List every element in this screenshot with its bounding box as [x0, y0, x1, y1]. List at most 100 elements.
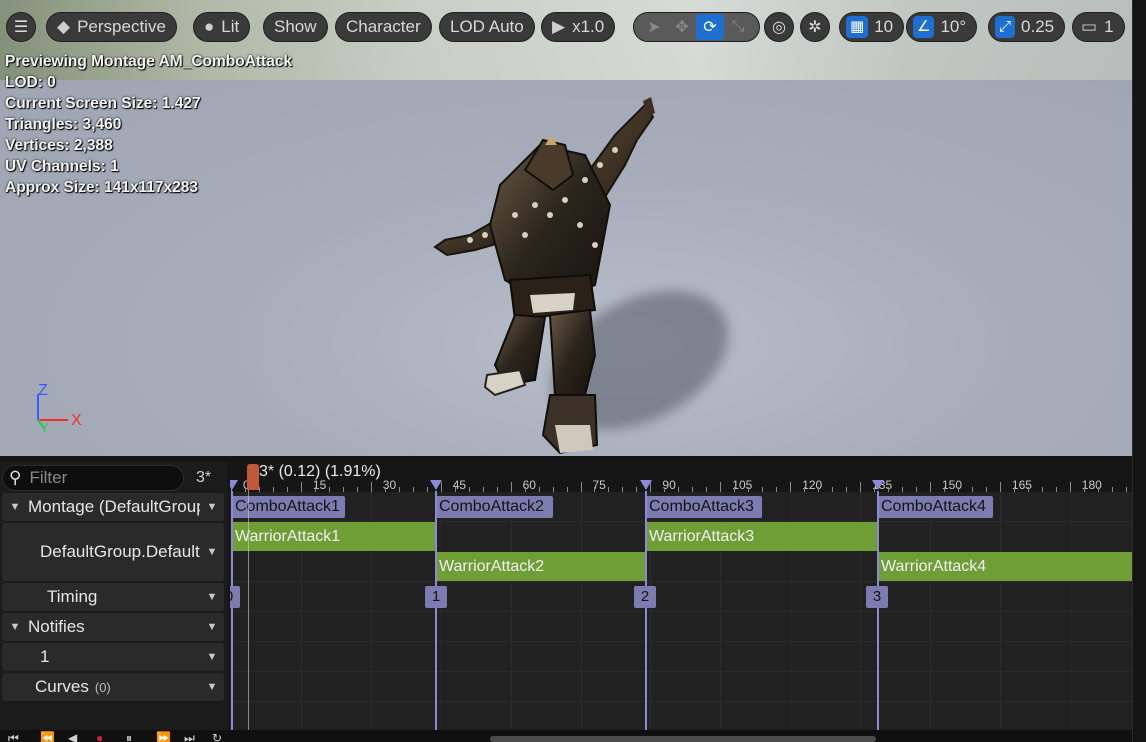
previewing-text: Previewing Montage AM_ComboAttack [5, 53, 293, 70]
ruler-tick [370, 482, 372, 492]
search-icon: ⚲ [9, 468, 22, 487]
axis-y-label: Y [40, 420, 49, 435]
ruler-tick [482, 487, 484, 492]
ruler-tick [314, 487, 316, 492]
play-reverse-icon[interactable]: ◀ [68, 731, 77, 742]
lod-button[interactable]: LOD Auto [439, 12, 535, 42]
section-marker[interactable] [877, 491, 879, 742]
rotate-tool-icon[interactable]: ⟳ [696, 14, 724, 40]
vertices-text: Vertices: 2,388 [5, 137, 113, 154]
loop-icon[interactable]: ↻ [212, 731, 222, 742]
ruler-tick [1027, 487, 1029, 492]
section-marker-head-icon[interactable] [430, 480, 442, 490]
cube-icon: ◆ [57, 17, 71, 36]
timing-marker-3[interactable]: 3 [866, 586, 888, 608]
pause-icon[interactable]: ⏸ [126, 731, 132, 742]
ruler-tick [342, 487, 344, 492]
sphere-icon: ● [204, 17, 215, 36]
timeline-area[interactable]: 0153045607590105120135150165180 3* (0.12… [230, 462, 1132, 742]
step-forward-icon[interactable]: ⏩ [156, 731, 171, 742]
scale-snap-button[interactable]: ⤢ 0.25 [988, 12, 1066, 42]
view-mode-button[interactable]: ◆ Perspective [46, 12, 177, 42]
timeline-scrollbar[interactable] [490, 736, 876, 742]
anim-segment-warriorattack2[interactable]: WarriorAttack2 [435, 552, 645, 581]
approx-size-text: Approx Size: 141x117x283 [5, 179, 199, 196]
anim-segment-warriorattack1[interactable]: WarriorAttack1 [231, 522, 435, 551]
section-marker[interactable] [231, 491, 233, 742]
scale-snap-value: 0.25 [1021, 17, 1055, 36]
ruler-tick [1055, 487, 1057, 492]
ruler-tick [846, 487, 848, 492]
filter-input[interactable]: ⚲ Filter [2, 465, 184, 491]
show-button[interactable]: Show [263, 12, 328, 42]
montage-track[interactable]: ▼ Montage (DefaultGroup) ▼ [2, 493, 224, 521]
ruler-tick-label: 150 [942, 478, 963, 492]
section-marker[interactable] [435, 491, 437, 742]
notify-track-1[interactable]: 1 ▼ [2, 643, 224, 671]
frame-count: 3* [196, 469, 212, 486]
character-button[interactable]: Character [335, 12, 432, 42]
dropdown-icon[interactable]: ▼ [200, 621, 224, 633]
section-marker-head-icon[interactable] [872, 480, 884, 490]
dropdown-icon[interactable]: ▼ [200, 681, 224, 693]
screen-size-text: Current Screen Size: 1.427 [5, 95, 201, 112]
ruler-tick [916, 487, 918, 492]
curves-track[interactable]: Curves (0) ▼ [2, 673, 224, 701]
section-marker-head-icon[interactable] [230, 480, 238, 490]
section-comboattack3[interactable]: ComboAttack3 [645, 496, 762, 518]
local-space-button[interactable]: ◎ [764, 12, 794, 42]
section-marker[interactable] [645, 491, 647, 742]
ruler-tick [412, 487, 414, 492]
anim-segment-warriorattack3[interactable]: WarriorAttack3 [645, 522, 877, 551]
ruler-tick [1097, 487, 1099, 492]
dropdown-icon[interactable]: ▼ [200, 591, 224, 603]
section-comboattack2[interactable]: ComboAttack2 [435, 496, 553, 518]
menu-button[interactable]: ☰ [6, 12, 36, 42]
ruler-tick-label: 165 [1011, 478, 1032, 492]
timing-track[interactable]: Timing ▼ [2, 583, 224, 611]
play-speed-button[interactable]: ▶ x1.0 [541, 12, 616, 42]
triangles-text: Triangles: 3,460 [5, 116, 122, 133]
default-group-track[interactable]: DefaultGroup.DefaultSlot ▼ [2, 523, 224, 581]
skip-to-start-icon[interactable]: ⏮ [8, 731, 19, 742]
grid-snap-button[interactable]: ▦ 10 [839, 12, 905, 42]
section-marker-head-icon[interactable] [640, 480, 652, 490]
rotation-snap-button[interactable]: ∠ 10° [906, 12, 978, 42]
uv-channels-text: UV Channels: 1 [5, 158, 119, 175]
camera-speed-button[interactable]: ▭ 1 [1072, 12, 1125, 42]
select-tool-icon[interactable]: ➤ [640, 14, 668, 40]
translate-tool-icon[interactable]: ✥ [668, 14, 696, 40]
timing-marker-2[interactable]: 2 [634, 586, 656, 608]
timing-marker-1[interactable]: 1 [425, 586, 447, 608]
dropdown-icon[interactable]: ▼ [200, 501, 224, 513]
collapse-icon[interactable]: ▼ [2, 501, 28, 513]
preview-viewport[interactable]: ☰ ◆ Perspective ● Lit Show Character LOD… [0, 0, 1132, 456]
axis-z-label: Z [38, 382, 48, 399]
rotation-snap-value: 10° [940, 17, 967, 36]
step-back-icon[interactable]: ⏪ [40, 731, 55, 742]
snap-icon: ✲ [808, 19, 822, 36]
scale-tool-icon[interactable]: ⤡ [724, 14, 752, 40]
notifies-track[interactable]: ▼ Notifies ▼ [2, 613, 224, 641]
ruler-tick [608, 487, 610, 492]
playhead-handle[interactable] [247, 464, 259, 490]
right-scrollbar[interactable] [1132, 0, 1146, 742]
dropdown-icon[interactable]: ▼ [200, 651, 224, 663]
ruler-tick [594, 487, 596, 492]
warrior-character [433, 97, 655, 455]
ruler-tick [580, 482, 582, 492]
collapse-icon[interactable]: ▼ [2, 621, 28, 633]
anim-segment-warriorattack4[interactable]: WarriorAttack4 [877, 552, 1132, 581]
ruler-tick [902, 487, 904, 492]
play-speed-label: x1.0 [572, 17, 605, 36]
ruler-tick [832, 487, 834, 492]
surface-snap-button[interactable]: ✲ [800, 12, 830, 42]
record-icon[interactable]: ● [96, 731, 103, 742]
timing-marker-0[interactable]: 0 [230, 586, 240, 608]
skip-to-end-icon[interactable]: ⏭ [184, 731, 195, 742]
lighting-button[interactable]: ● Lit [193, 12, 251, 42]
section-comboattack4[interactable]: ComboAttack4 [877, 496, 993, 518]
view-mode-label: Perspective [77, 17, 166, 36]
dropdown-icon[interactable]: ▼ [200, 546, 224, 558]
ruler-tick [818, 487, 820, 492]
